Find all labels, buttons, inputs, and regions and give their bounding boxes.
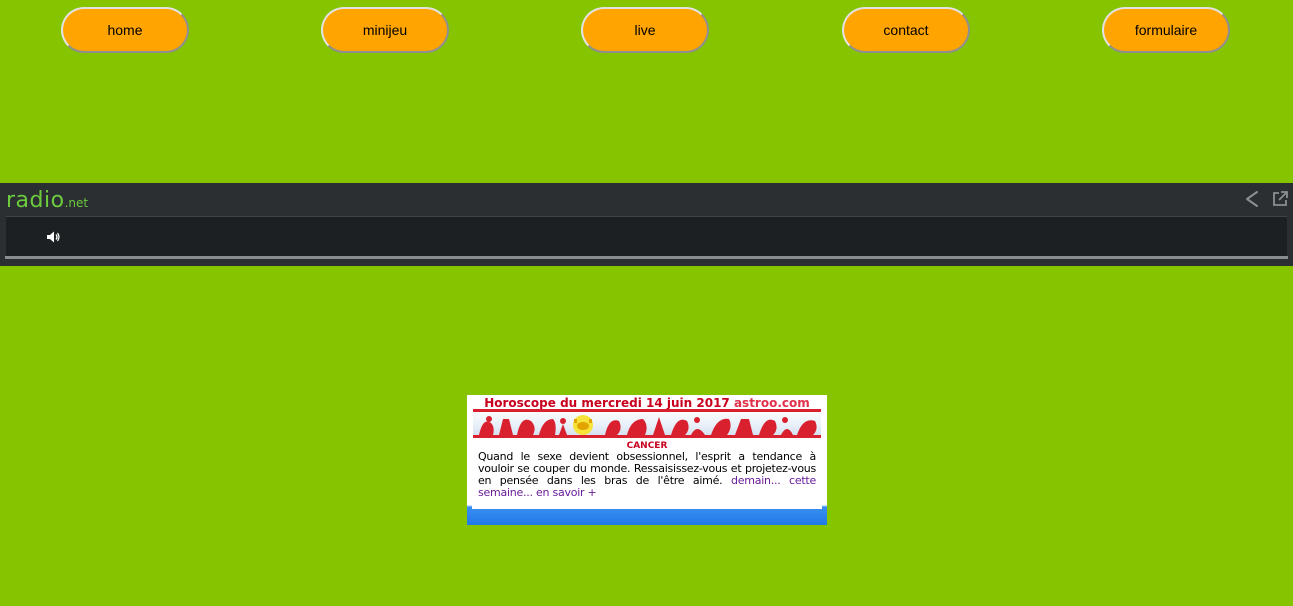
logo-suffix-text: .net: [64, 196, 89, 210]
horoscope-widget: Horoscope du mercredi 14 juin 2017 astro…: [467, 395, 827, 525]
zodiac-banner-image: [473, 409, 821, 438]
radio-player: radio .net: [0, 183, 1293, 266]
nav-home-button[interactable]: home: [61, 7, 189, 53]
external-link-icon[interactable]: [1271, 190, 1289, 208]
nav-minijeu-button[interactable]: minijeu: [321, 7, 449, 53]
logo-main-text: radio: [6, 188, 65, 213]
player-actions: [1243, 190, 1289, 208]
radio-net-logo[interactable]: radio .net: [6, 189, 88, 213]
player-progress-bar[interactable]: [5, 256, 1288, 259]
nav-live-button[interactable]: live: [581, 7, 709, 53]
horoscope-text-block: Quand le sexe devient obsessionnel, l'es…: [478, 451, 816, 499]
horoscope-title-text: Horoscope du mercredi 14 juin 2017: [484, 396, 730, 410]
nav-formulaire-button[interactable]: formulaire: [1102, 7, 1230, 53]
volume-icon[interactable]: [45, 229, 61, 245]
horoscope-tomorrow-link[interactable]: demain...: [731, 474, 781, 487]
horoscope-title: Horoscope du mercredi 14 juin 2017 astro…: [467, 396, 827, 410]
nav-contact-button[interactable]: contact: [842, 7, 970, 53]
horoscope-site-link[interactable]: astroo.com: [734, 396, 810, 410]
horoscope-more-link[interactable]: en savoir +: [536, 486, 597, 499]
player-control-bar: [6, 216, 1287, 257]
horoscope-body: CANCER Quand le sexe devient obsessionne…: [472, 440, 822, 509]
share-icon[interactable]: [1243, 190, 1261, 208]
